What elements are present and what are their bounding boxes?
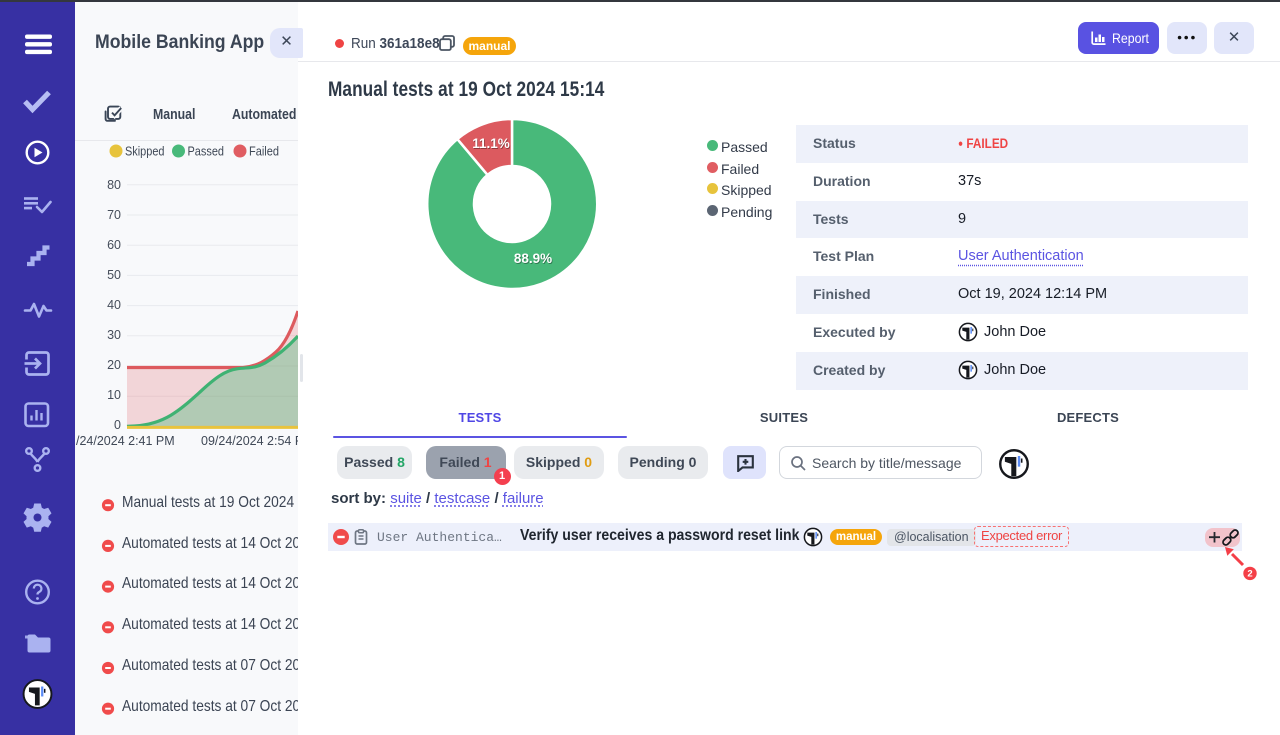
svg-text:88.9%: 88.9%	[514, 251, 552, 266]
svg-text:80: 80	[107, 178, 121, 192]
svg-text:60: 60	[107, 238, 121, 252]
svg-text:Failed: Failed	[249, 144, 279, 159]
svg-text:20: 20	[107, 358, 121, 372]
svg-text:2: 2	[1247, 568, 1252, 579]
svg-text:50: 50	[107, 268, 121, 282]
svg-text:Passed: Passed	[188, 144, 225, 159]
svg-text:0: 0	[114, 418, 121, 432]
svg-text:11.1%: 11.1%	[472, 136, 510, 151]
svg-text:09/24/2024 2:54 PM: 09/24/2024 2:54 PM	[201, 434, 298, 448]
svg-text:Skipped: Skipped	[125, 144, 165, 159]
svg-text:10: 10	[107, 388, 121, 402]
svg-text:30: 30	[107, 328, 121, 342]
svg-text:70: 70	[107, 208, 121, 222]
svg-text:/24/2024 2:41 PM: /24/2024 2:41 PM	[76, 434, 175, 448]
svg-text:40: 40	[107, 298, 121, 312]
